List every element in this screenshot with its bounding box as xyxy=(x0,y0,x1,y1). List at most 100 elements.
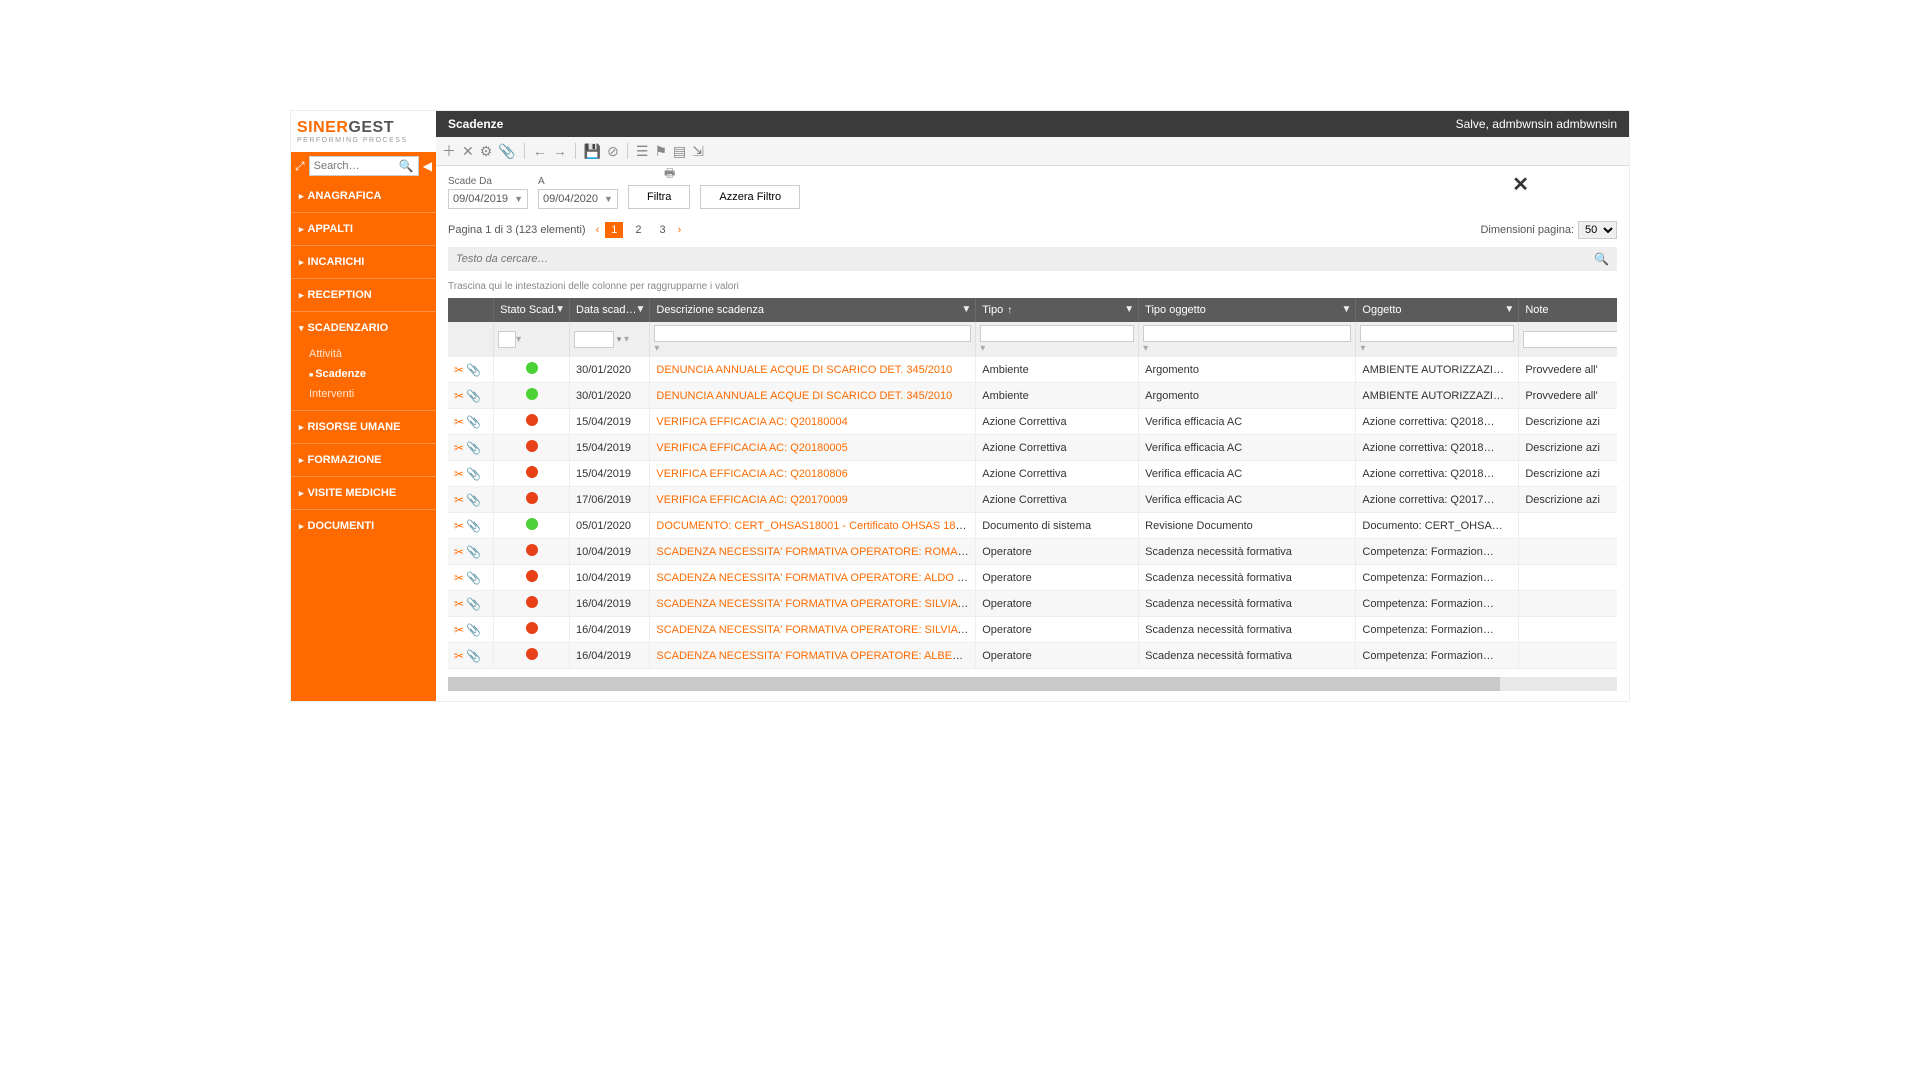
edit-icon[interactable]: ✂ xyxy=(454,415,464,429)
attach-icon[interactable]: 📎 xyxy=(498,143,515,160)
reset-filter-button[interactable]: Azzera Filtro xyxy=(700,185,800,209)
filter-icon[interactable]: ▼ xyxy=(1341,304,1351,315)
attach-icon[interactable]: 📎 xyxy=(466,467,481,481)
sidebar-item-scadenzario[interactable]: ▾SCADENZARIO xyxy=(291,311,436,344)
edit-icon[interactable]: ✂ xyxy=(454,467,464,481)
chevron-down-icon[interactable]: ▾ xyxy=(614,334,624,345)
col-actions[interactable] xyxy=(448,298,494,322)
edit-icon[interactable]: ✂ xyxy=(454,441,464,455)
attach-icon[interactable]: 📎 xyxy=(466,363,481,377)
cell-desc-link[interactable]: VERIFICA EFFICACIA AC: Q20170009 xyxy=(656,494,847,506)
table-row[interactable]: ✂📎30/01/2020DENUNCIA ANNUALE ACQUE DI SC… xyxy=(448,383,1617,409)
attach-icon[interactable]: 📎 xyxy=(466,415,481,429)
table-row[interactable]: ✂📎16/04/2019SCADENZA NECESSITA' FORMATIV… xyxy=(448,617,1617,643)
cancel-icon[interactable]: ⊘ xyxy=(607,143,619,160)
edit-icon[interactable]: ✂ xyxy=(454,389,464,403)
sidebar-item-formazione[interactable]: ▸FORMAZIONE xyxy=(291,443,436,476)
sidebar-subitem-interventi[interactable]: Interventi xyxy=(309,384,436,404)
search-input[interactable] xyxy=(314,160,399,172)
attach-icon[interactable]: 📎 xyxy=(466,649,481,663)
edit-icon[interactable]: ✂ xyxy=(454,571,464,585)
filter-icon[interactable]: ▼ xyxy=(555,304,565,315)
page-size-select[interactable]: 50 xyxy=(1578,221,1617,239)
pager-page-3[interactable]: 3 xyxy=(654,222,672,238)
filter-icon[interactable]: ▼ xyxy=(961,304,971,315)
col-tipoogg[interactable]: Tipo oggetto▼ xyxy=(1139,298,1356,322)
collapse-icon[interactable]: ◀ xyxy=(423,159,432,173)
grid-search-input[interactable] xyxy=(456,253,1594,265)
cell-desc-link[interactable]: SCADENZA NECESSITA' FORMATIVA OPERATORE:… xyxy=(656,598,975,610)
funnel-icon[interactable]: ▾ xyxy=(654,343,659,354)
cell-desc-link[interactable]: SCADENZA NECESSITA' FORMATIVA OPERATORE:… xyxy=(656,546,975,558)
horizontal-scrollbar[interactable] xyxy=(448,677,1617,691)
sidebar-subitem-scadenze[interactable]: Scadenze xyxy=(309,364,436,384)
delete-icon[interactable]: ✕ xyxy=(462,143,474,160)
table-row[interactable]: ✂📎17/06/2019VERIFICA EFFICACIA AC: Q2017… xyxy=(448,487,1617,513)
attach-icon[interactable]: 📎 xyxy=(466,519,481,533)
filter-icon[interactable]: ⚑ xyxy=(654,143,667,160)
pager-prev-icon[interactable]: ‹ xyxy=(596,224,600,236)
filter-tipoogg-input[interactable] xyxy=(1143,325,1351,342)
table-row[interactable]: ✂📎05/01/2020DOCUMENTO: CERT_OHSAS18001 -… xyxy=(448,513,1617,539)
col-oggetto[interactable]: Oggetto▼ xyxy=(1356,298,1519,322)
filter-icon[interactable]: ▼ xyxy=(1124,304,1134,315)
cell-desc-link[interactable]: SCADENZA NECESSITA' FORMATIVA OPERATORE:… xyxy=(656,650,975,662)
sidebar-item-documenti[interactable]: ▸DOCUMENTI xyxy=(291,509,436,542)
edit-icon[interactable]: ✂ xyxy=(454,363,464,377)
attach-icon[interactable]: 📎 xyxy=(466,545,481,559)
funnel-icon[interactable]: ▾ xyxy=(624,334,629,345)
table-row[interactable]: ✂📎15/04/2019VERIFICA EFFICACIA AC: Q2018… xyxy=(448,435,1617,461)
cell-desc-link[interactable]: VERIFICA EFFICACIA AC: Q20180004 xyxy=(656,416,847,428)
add-icon[interactable]: ＋ xyxy=(442,141,456,161)
table-row[interactable]: ✂📎10/04/2019SCADENZA NECESSITA' FORMATIV… xyxy=(448,539,1617,565)
table-row[interactable]: ✂📎16/04/2019SCADENZA NECESSITA' FORMATIV… xyxy=(448,591,1617,617)
search-icon[interactable]: 🔍 xyxy=(399,159,414,173)
search-icon[interactable]: 🔍 xyxy=(1594,252,1609,266)
scrollbar-thumb[interactable] xyxy=(448,677,1500,691)
col-stato[interactable]: Stato Scad.▼ xyxy=(494,298,570,322)
back-icon[interactable]: ← xyxy=(533,143,547,159)
edit-icon[interactable]: ✂ xyxy=(454,493,464,507)
from-date-input[interactable]: 09/04/2019 ▼ xyxy=(448,189,528,209)
attach-icon[interactable]: 📎 xyxy=(466,493,481,507)
edit-icon[interactable]: ✂ xyxy=(454,649,464,663)
filter-stato-input[interactable] xyxy=(498,331,516,348)
filter-desc-input[interactable] xyxy=(654,325,971,342)
sidebar-item-visite-mediche[interactable]: ▸VISITE MEDICHE xyxy=(291,476,436,509)
filter-note-input[interactable] xyxy=(1523,331,1617,348)
attach-icon[interactable]: 📎 xyxy=(466,441,481,455)
attach-icon[interactable]: 📎 xyxy=(466,571,481,585)
sidebar-item-incarichi[interactable]: ▸INCARICHI xyxy=(291,245,436,278)
filter-icon[interactable]: ▼ xyxy=(1504,304,1514,315)
edit-icon[interactable]: ✂ xyxy=(454,597,464,611)
table-row[interactable]: ✂📎16/04/2019SCADENZA NECESSITA' FORMATIV… xyxy=(448,643,1617,669)
tree-icon[interactable]: ⚙ xyxy=(480,143,493,160)
pager-page-2[interactable]: 2 xyxy=(629,222,647,238)
col-data[interactable]: Data scad…▼ xyxy=(570,298,650,322)
filter-tipo-input[interactable] xyxy=(980,325,1134,342)
cell-desc-link[interactable]: DENUNCIA ANNUALE ACQUE DI SCARICO DET. 3… xyxy=(656,364,952,376)
cell-desc-link[interactable]: SCADENZA NECESSITA' FORMATIVA OPERATORE:… xyxy=(656,572,975,584)
filter-data-input[interactable] xyxy=(574,331,614,348)
sidebar-subitem-attività[interactable]: Attività xyxy=(309,344,436,364)
cell-desc-link[interactable]: VERIFICA EFFICACIA AC: Q20180806 xyxy=(656,468,847,480)
sidebar-search[interactable]: 🔍 xyxy=(309,156,419,176)
cell-desc-link[interactable]: SCADENZA NECESSITA' FORMATIVA OPERATORE:… xyxy=(656,624,975,636)
table-row[interactable]: ✂📎15/04/2019VERIFICA EFFICACIA AC: Q2018… xyxy=(448,461,1617,487)
save-icon[interactable]: 💾 xyxy=(584,143,601,160)
list-icon[interactable]: ☰ xyxy=(636,143,649,160)
edit-icon[interactable]: ✂ xyxy=(454,519,464,533)
table-row[interactable]: ✂📎10/04/2019SCADENZA NECESSITA' FORMATIV… xyxy=(448,565,1617,591)
close-icon[interactable]: ✕ xyxy=(1512,172,1529,197)
attach-icon[interactable]: 📎 xyxy=(466,597,481,611)
pager-next-icon[interactable]: › xyxy=(678,224,682,236)
cell-desc-link[interactable]: DENUNCIA ANNUALE ACQUE DI SCARICO DET. 3… xyxy=(656,390,952,402)
cell-desc-link[interactable]: VERIFICA EFFICACIA AC: Q20180005 xyxy=(656,442,847,454)
table-row[interactable]: ✂📎15/04/2019VERIFICA EFFICACIA AC: Q2018… xyxy=(448,409,1617,435)
columns-icon[interactable]: ▤ xyxy=(673,143,686,160)
export-icon[interactable]: ⇲ xyxy=(692,143,704,160)
funnel-icon[interactable]: ▾ xyxy=(980,343,985,354)
attach-icon[interactable]: 📎 xyxy=(466,623,481,637)
attach-icon[interactable]: 📎 xyxy=(466,389,481,403)
funnel-icon[interactable]: ▾ xyxy=(1143,343,1148,354)
